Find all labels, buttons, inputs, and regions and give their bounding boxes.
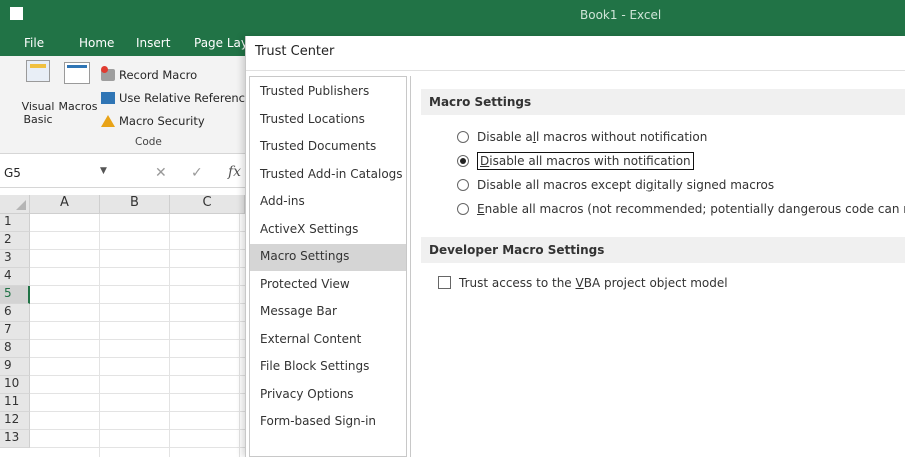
worksheet-grid: A B C 1 2 3 4 5 6 7 8 9 10 11 12 13 xyxy=(0,195,245,457)
insert-function-icon[interactable]: fx xyxy=(228,164,241,180)
row-header-2[interactable]: 2 xyxy=(0,232,30,250)
macro-option-2[interactable]: Disable all macros with notification xyxy=(457,152,694,170)
tab-home[interactable]: Home xyxy=(79,36,114,50)
section-header-developer-macro-settings: Developer Macro Settings xyxy=(421,237,905,263)
tab-file[interactable]: File xyxy=(24,36,44,50)
tab-insert[interactable]: Insert xyxy=(136,36,170,50)
nav-item-trusted-publishers[interactable]: Trusted Publishers xyxy=(250,79,406,106)
radio-label: Disable all macros with notification xyxy=(477,152,694,170)
radio-button[interactable] xyxy=(457,131,469,143)
macro-option-4[interactable]: Enable all macros (not recommended; pote… xyxy=(457,202,905,216)
settings-panel: Macro Settings Disable all macros withou… xyxy=(410,76,905,457)
radio-label: Disable all macros without notification xyxy=(477,130,708,144)
record-macro-icon xyxy=(101,66,115,81)
nav-item-file-block-settings[interactable]: File Block Settings xyxy=(250,354,406,381)
select-all-button[interactable] xyxy=(0,195,30,214)
trust-vba-checkbox[interactable] xyxy=(438,276,451,289)
column-header-b[interactable]: B xyxy=(100,195,170,214)
dialog-title: Trust Center xyxy=(255,44,335,59)
row-header-6[interactable]: 6 xyxy=(0,304,30,322)
trust-vba-label: Trust access to the VBA project object m… xyxy=(459,276,728,290)
title-bar: Book1 - Excel xyxy=(0,0,905,30)
radio-button[interactable] xyxy=(457,155,469,167)
column-header-a[interactable]: A xyxy=(30,195,100,214)
nav-item-trusted-add-in-catalogs[interactable]: Trusted Add-in Catalogs xyxy=(250,162,406,189)
trust-center-dialog: Trust Center Trusted Publishers Trusted L… xyxy=(245,36,905,457)
row-header-11[interactable]: 11 xyxy=(0,394,30,412)
use-relative-references-button[interactable]: Use Relative References xyxy=(101,91,258,105)
cell-area[interactable] xyxy=(30,214,245,457)
visual-basic-icon[interactable] xyxy=(26,60,50,82)
macros-button[interactable]: Macros xyxy=(56,100,100,113)
visual-basic-button[interactable]: Visual Basic xyxy=(16,100,60,126)
formula-bar: G5 ▼ ✕ ✓ fx xyxy=(0,160,245,188)
row-header-1[interactable]: 1 xyxy=(0,214,30,232)
nav-item-form-based-sign-in[interactable]: Form-based Sign-in xyxy=(250,409,406,436)
group-label-code: Code xyxy=(135,136,162,148)
row-header-10[interactable]: 10 xyxy=(0,376,30,394)
macro-security-button[interactable]: Macro Security xyxy=(101,114,205,128)
nav-item-macro-settings[interactable]: Macro Settings xyxy=(250,244,406,271)
warning-icon xyxy=(101,115,115,127)
document-title: Book1 - Excel xyxy=(580,8,662,22)
row-header-9[interactable]: 9 xyxy=(0,358,30,376)
row-header-5[interactable]: 5 xyxy=(0,286,30,304)
row-header-4[interactable]: 4 xyxy=(0,268,30,286)
radio-button[interactable] xyxy=(457,179,469,191)
row-header-3[interactable]: 3 xyxy=(0,250,30,268)
radio-label: Enable all macros (not recommended; pote… xyxy=(477,202,905,216)
trust-vba-checkbox-row[interactable]: Trust access to the VBA project object m… xyxy=(438,276,728,290)
nav-item-activex-settings[interactable]: ActiveX Settings xyxy=(250,217,406,244)
row-header-13[interactable]: 13 xyxy=(0,430,30,448)
column-header-c[interactable]: C xyxy=(170,195,245,214)
chevron-down-icon[interactable]: ▼ xyxy=(100,166,107,176)
divider xyxy=(246,70,905,71)
name-box[interactable]: G5 ▼ xyxy=(4,166,114,184)
row-header-7[interactable]: 7 xyxy=(0,322,30,340)
radio-label: Disable all macros except digitally sign… xyxy=(477,178,775,192)
ribbon-code-group: Visual Basic Macros Record Macro Use Rel… xyxy=(0,56,258,154)
nav-item-add-ins[interactable]: Add-ins xyxy=(250,189,406,216)
relative-references-icon xyxy=(101,92,115,104)
nav-item-trusted-documents[interactable]: Trusted Documents xyxy=(250,134,406,161)
nav-item-external-content[interactable]: External Content xyxy=(250,327,406,354)
row-header-12[interactable]: 12 xyxy=(0,412,30,430)
nav-item-protected-view[interactable]: Protected View xyxy=(250,272,406,299)
enter-icon[interactable]: ✓ xyxy=(191,165,203,181)
radio-button[interactable] xyxy=(457,203,469,215)
macro-option-1[interactable]: Disable all macros without notification xyxy=(457,130,707,144)
nav-item-message-bar[interactable]: Message Bar xyxy=(250,299,406,326)
section-header-macro-settings: Macro Settings xyxy=(421,89,905,115)
cancel-icon[interactable]: ✕ xyxy=(155,165,167,181)
macro-option-3[interactable]: Disable all macros except digitally sign… xyxy=(457,178,774,192)
trust-center-nav: Trusted Publishers Trusted Locations Trust… xyxy=(249,76,407,457)
nav-item-trusted-locations[interactable]: Trusted Locations xyxy=(250,107,406,134)
row-header-8[interactable]: 8 xyxy=(0,340,30,358)
save-icon[interactable] xyxy=(10,7,23,20)
macros-icon[interactable] xyxy=(64,62,90,84)
record-macro-button[interactable]: Record Macro xyxy=(101,66,197,82)
tab-page-layout[interactable]: Page Lay xyxy=(194,36,248,50)
nav-item-privacy-options[interactable]: Privacy Options xyxy=(250,382,406,409)
